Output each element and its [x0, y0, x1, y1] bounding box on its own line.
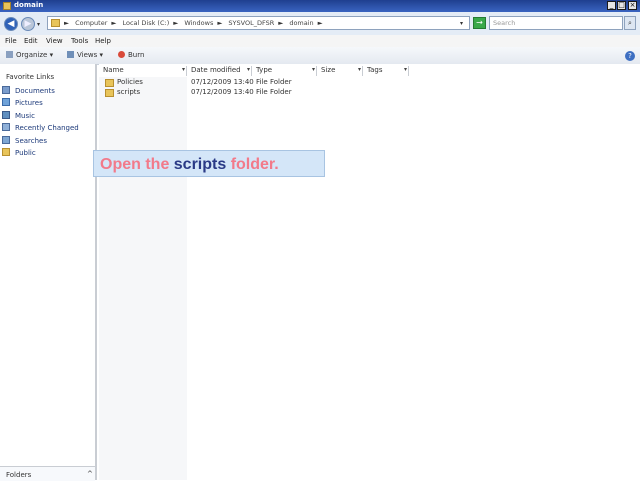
breadcrumb-item[interactable]: SYSVOL_DFSR [228, 19, 274, 27]
address-bar-area: ◀ ▶ ▾ ► Computer ► Local Disk (C:) ► Windo… [0, 12, 640, 36]
menu-view[interactable]: View [46, 37, 63, 45]
back-arrow-icon: ◀ [7, 19, 15, 29]
search-input[interactable]: Search [489, 16, 623, 30]
file-type: File Folder [256, 78, 292, 86]
column-header-tags[interactable]: Tags ▾ [363, 66, 409, 76]
file-type: File Folder [256, 88, 292, 96]
burn-label: Burn [128, 51, 145, 59]
menu-tools[interactable]: Tools [71, 37, 88, 45]
instruction-text: Open the scripts folder. [100, 156, 279, 173]
sort-chevron-icon: ▾ [357, 66, 361, 73]
column-header-row: Name ▾ Date modified ▾ Type ▾ Size ▾ Tags ▾ [99, 64, 640, 77]
views-icon [67, 51, 74, 58]
breadcrumb: ► Computer ► Local Disk (C:) ► Windows ► SY… [64, 19, 323, 27]
name-column-background [99, 77, 187, 480]
searches-icon [2, 136, 10, 144]
toolbar: Organize ▾ Views ▾ Burn ? [0, 47, 640, 65]
folders-label: Folders [6, 471, 32, 479]
file-name: Policies [117, 78, 143, 86]
chevron-down-icon: ▾ [99, 51, 104, 59]
sort-chevron-icon: ▾ [246, 66, 250, 73]
file-date: 07/12/2009 13:40 [191, 78, 254, 86]
folder-icon [105, 89, 114, 97]
column-header-size[interactable]: Size ▾ [317, 66, 363, 76]
chevron-down-icon: ▾ [49, 51, 54, 59]
file-date: 07/12/2009 13:40 [191, 88, 254, 96]
menu-bar: File Edit View Tools Help [0, 35, 640, 47]
instruction-callout: Open the scripts folder. [93, 150, 325, 177]
nav-item-music[interactable]: Music [2, 111, 35, 121]
views-button[interactable]: Views ▾ [67, 51, 103, 59]
music-icon [2, 111, 10, 119]
go-button[interactable]: → [473, 17, 486, 29]
folder-icon [105, 79, 114, 87]
forward-arrow-icon: ▶ [24, 19, 32, 29]
favorite-links-header: Favorite Links [6, 73, 55, 81]
minimize-button[interactable]: _ [607, 1, 616, 10]
forward-button[interactable]: ▶ [21, 17, 35, 31]
close-button[interactable]: × [628, 1, 637, 10]
folder-icon [2, 148, 10, 156]
pictures-icon [2, 98, 10, 106]
breadcrumb-item[interactable]: Computer [75, 19, 107, 27]
address-input[interactable]: ► Computer ► Local Disk (C:) ► Windows ► SY… [47, 16, 470, 30]
sort-chevron-icon: ▾ [311, 66, 315, 73]
breadcrumb-item[interactable]: domain [289, 19, 313, 27]
back-button[interactable]: ◀ [4, 17, 18, 31]
chevron-up-icon: ^ [87, 470, 93, 478]
organize-icon [6, 51, 13, 58]
file-name: scripts [117, 88, 141, 96]
organize-button[interactable]: Organize ▾ [6, 51, 53, 59]
nav-item-recently-changed[interactable]: Recently Changed [2, 123, 79, 133]
window-title: domain [14, 1, 44, 9]
recently-changed-icon [2, 123, 10, 131]
address-dropdown-chevron-icon[interactable]: ▾ [460, 20, 463, 27]
column-header-name[interactable]: Name ▾ [99, 66, 187, 76]
nav-item-searches[interactable]: Searches [2, 136, 47, 146]
breadcrumb-item[interactable]: Windows [184, 19, 213, 27]
burn-button[interactable]: Burn [118, 51, 144, 59]
menu-file[interactable]: File [5, 37, 17, 45]
organize-label: Organize [16, 51, 48, 59]
column-header-type[interactable]: Type ▾ [252, 66, 317, 76]
burn-icon [118, 51, 125, 58]
nav-item-pictures[interactable]: Pictures [2, 98, 43, 108]
column-header-date-modified[interactable]: Date modified ▾ [187, 66, 252, 76]
documents-icon [2, 86, 10, 94]
folder-icon [3, 2, 11, 10]
sort-chevron-icon: ▾ [403, 66, 407, 73]
navigation-pane: Favorite Links Documents Pictures Music … [0, 64, 97, 481]
nav-item-documents[interactable]: Documents [2, 86, 55, 96]
recent-pages-chevron-icon[interactable]: ▾ [37, 21, 40, 28]
breadcrumb-item[interactable]: Local Disk (C:) [122, 19, 169, 27]
folder-icon [51, 19, 60, 27]
folders-toggle[interactable]: Folders ^ [0, 466, 95, 481]
views-label: Views [77, 51, 98, 59]
nav-item-public[interactable]: Public [2, 148, 36, 158]
go-arrow-icon: → [476, 18, 483, 27]
help-icon[interactable]: ? [625, 51, 635, 61]
sort-chevron-icon: ▾ [181, 66, 185, 73]
menu-help[interactable]: Help [95, 37, 111, 45]
menu-edit[interactable]: Edit [24, 37, 38, 45]
search-icon[interactable]: ⌕ [624, 16, 636, 30]
title-bar: domain _ □ × [0, 0, 640, 12]
maximize-button[interactable]: □ [617, 1, 626, 10]
